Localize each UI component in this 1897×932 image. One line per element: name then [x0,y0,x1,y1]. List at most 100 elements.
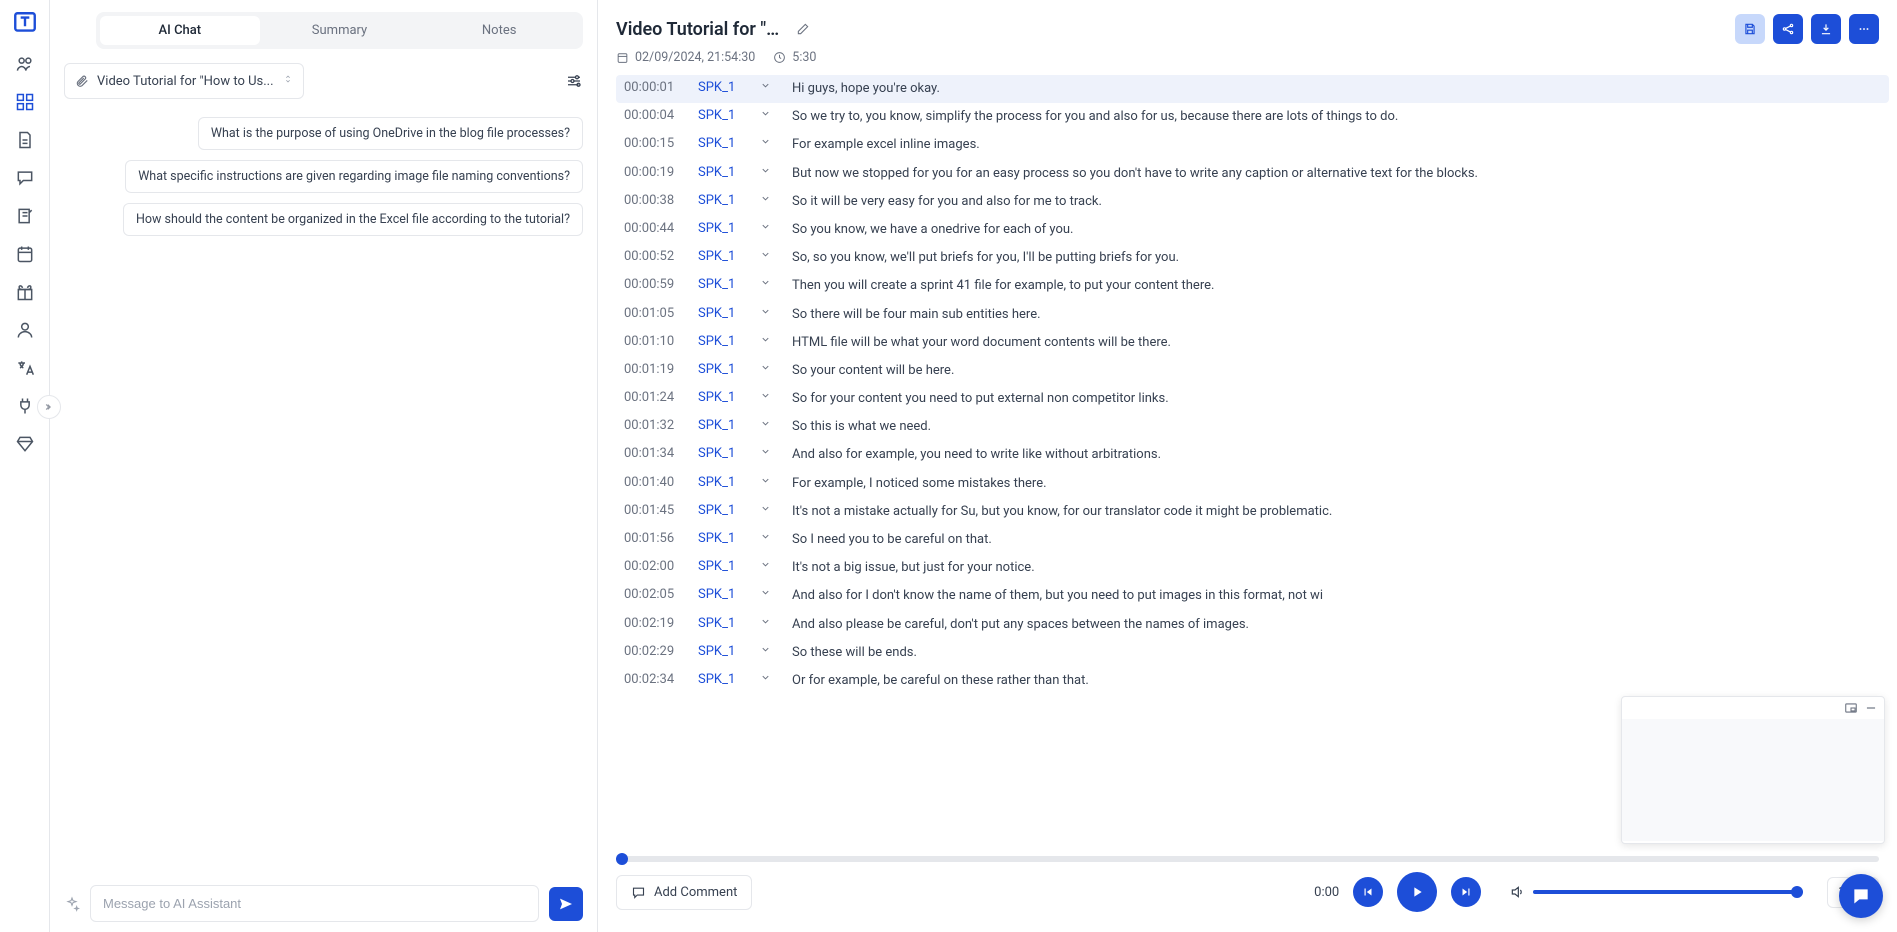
transcript-row[interactable]: 00:00:44 SPK_1 So you know, we have a on… [616,216,1889,244]
speaker-label[interactable]: SPK_1 [698,475,748,490]
save-button[interactable] [1735,14,1765,44]
chevron-down-icon[interactable] [760,165,774,180]
speaker-label[interactable]: SPK_1 [698,193,748,208]
speaker-label[interactable]: SPK_1 [698,108,748,123]
speaker-label[interactable]: SPK_1 [698,644,748,659]
chevron-down-icon[interactable] [760,390,774,405]
transcript-row[interactable]: 00:01:40 SPK_1 For example, I noticed so… [616,470,1889,498]
user-icon[interactable] [15,320,35,340]
speaker-label[interactable]: SPK_1 [698,418,748,433]
speaker-label[interactable]: SPK_1 [698,334,748,349]
transcript-row[interactable]: 00:01:10 SPK_1 HTML file will be what yo… [616,329,1889,357]
transcript-row[interactable]: 00:01:34 SPK_1 And also for example, you… [616,441,1889,469]
minimize-icon[interactable] [1864,701,1878,715]
transcript-row[interactable]: 00:00:19 SPK_1 But now we stopped for yo… [616,160,1889,188]
chevron-down-icon[interactable] [760,249,774,264]
tab-summary[interactable]: Summary [260,16,420,45]
suggestion-item[interactable]: How should the content be organized in t… [123,203,583,236]
transcript-row[interactable]: 00:01:45 SPK_1 It's not a mistake actual… [616,498,1889,526]
transcript-row[interactable]: 00:01:24 SPK_1 So for your content you n… [616,385,1889,413]
transcript-row[interactable]: 00:01:19 SPK_1 So your content will be h… [616,357,1889,385]
skip-back-button[interactable] [1353,877,1383,907]
video-preview[interactable] [1621,696,1885,844]
file-selector[interactable]: Video Tutorial for "How to Us... [64,63,304,99]
download-button[interactable] [1811,14,1841,44]
speaker-label[interactable]: SPK_1 [698,136,748,151]
transcript-row[interactable]: 00:02:34 SPK_1 Or for example, be carefu… [616,667,1889,695]
speaker-label[interactable]: SPK_1 [698,221,748,236]
note-icon[interactable] [15,206,35,226]
speaker-label[interactable]: SPK_1 [698,390,748,405]
translate-icon[interactable] [15,358,35,378]
speaker-label[interactable]: SPK_1 [698,306,748,321]
transcript-row[interactable]: 00:00:15 SPK_1 For example excel inline … [616,131,1889,159]
sliders-icon[interactable] [565,72,583,90]
send-button[interactable] [549,887,583,921]
speaker-label[interactable]: SPK_1 [698,446,748,461]
transcript-row[interactable]: 00:00:52 SPK_1 So, so you know, we'll pu… [616,244,1889,272]
speaker-label[interactable]: SPK_1 [698,672,748,687]
transcript-row[interactable]: 00:00:59 SPK_1 Then you will create a sp… [616,272,1889,300]
chevron-down-icon[interactable] [760,334,774,349]
transcript-row[interactable]: 00:00:04 SPK_1 So we try to, you know, s… [616,103,1889,131]
play-button[interactable] [1397,872,1437,912]
chevron-down-icon[interactable] [760,136,774,151]
chevron-down-icon[interactable] [760,306,774,321]
transcript-row[interactable]: 00:01:56 SPK_1 So I need you to be caref… [616,526,1889,554]
chevron-down-icon[interactable] [760,475,774,490]
tab-ai-chat[interactable]: AI Chat [100,16,260,45]
chevron-down-icon[interactable] [760,446,774,461]
chevron-down-icon[interactable] [760,559,774,574]
speaker-label[interactable]: SPK_1 [698,249,748,264]
volume-slider[interactable] [1533,890,1803,894]
gift-icon[interactable] [15,282,35,302]
expand-rail-button[interactable] [37,395,61,419]
document-icon[interactable] [15,130,35,150]
speaker-label[interactable]: SPK_1 [698,503,748,518]
transcript-row[interactable]: 00:02:19 SPK_1 And also please be carefu… [616,611,1889,639]
chevron-down-icon[interactable] [760,503,774,518]
speaker-label[interactable]: SPK_1 [698,165,748,180]
speaker-label[interactable]: SPK_1 [698,559,748,574]
speaker-label[interactable]: SPK_1 [698,80,748,95]
chevron-down-icon[interactable] [760,362,774,377]
speaker-label[interactable]: SPK_1 [698,587,748,602]
speaker-label[interactable]: SPK_1 [698,362,748,377]
chevron-down-icon[interactable] [760,531,774,546]
speaker-label[interactable]: SPK_1 [698,277,748,292]
people-icon[interactable] [15,54,35,74]
transcript-row[interactable]: 00:01:32 SPK_1 So this is what we need. [616,413,1889,441]
transcript-row[interactable]: 00:00:38 SPK_1 So it will be very easy f… [616,188,1889,216]
add-comment-button[interactable]: Add Comment [616,875,752,910]
speaker-label[interactable]: SPK_1 [698,531,748,546]
chevron-down-icon[interactable] [760,418,774,433]
transcript-row[interactable]: 00:02:00 SPK_1 It's not a big issue, but… [616,554,1889,582]
chevron-down-icon[interactable] [760,616,774,631]
playback-progress[interactable] [616,856,1879,862]
chevron-down-icon[interactable] [760,193,774,208]
chevron-down-icon[interactable] [760,108,774,123]
speaker-label[interactable]: SPK_1 [698,616,748,631]
chevron-down-icon[interactable] [760,80,774,95]
chat-icon[interactable] [15,168,35,188]
transcript-row[interactable]: 00:02:29 SPK_1 So these will be ends. [616,639,1889,667]
suggestion-item[interactable]: What specific instructions are given reg… [125,160,583,193]
share-button[interactable] [1773,14,1803,44]
diamond-icon[interactable] [15,434,35,454]
help-chat-button[interactable] [1839,874,1883,918]
chevron-down-icon[interactable] [760,587,774,602]
plug-icon[interactable] [15,396,35,416]
pip-icon[interactable] [1844,701,1858,715]
chevron-down-icon[interactable] [760,221,774,236]
transcript-row[interactable]: 00:01:05 SPK_1 So there will be four mai… [616,301,1889,329]
skip-forward-button[interactable] [1451,877,1481,907]
volume-icon[interactable] [1509,884,1525,900]
transcript-row[interactable]: 00:02:05 SPK_1 And also for I don't know… [616,582,1889,610]
chevron-down-icon[interactable] [760,644,774,659]
edit-icon[interactable] [796,22,810,36]
grid-icon[interactable] [15,92,35,112]
suggestion-item[interactable]: What is the purpose of using OneDrive in… [198,117,583,150]
calendar-icon[interactable] [15,244,35,264]
message-input[interactable] [90,885,539,922]
chevron-down-icon[interactable] [760,277,774,292]
